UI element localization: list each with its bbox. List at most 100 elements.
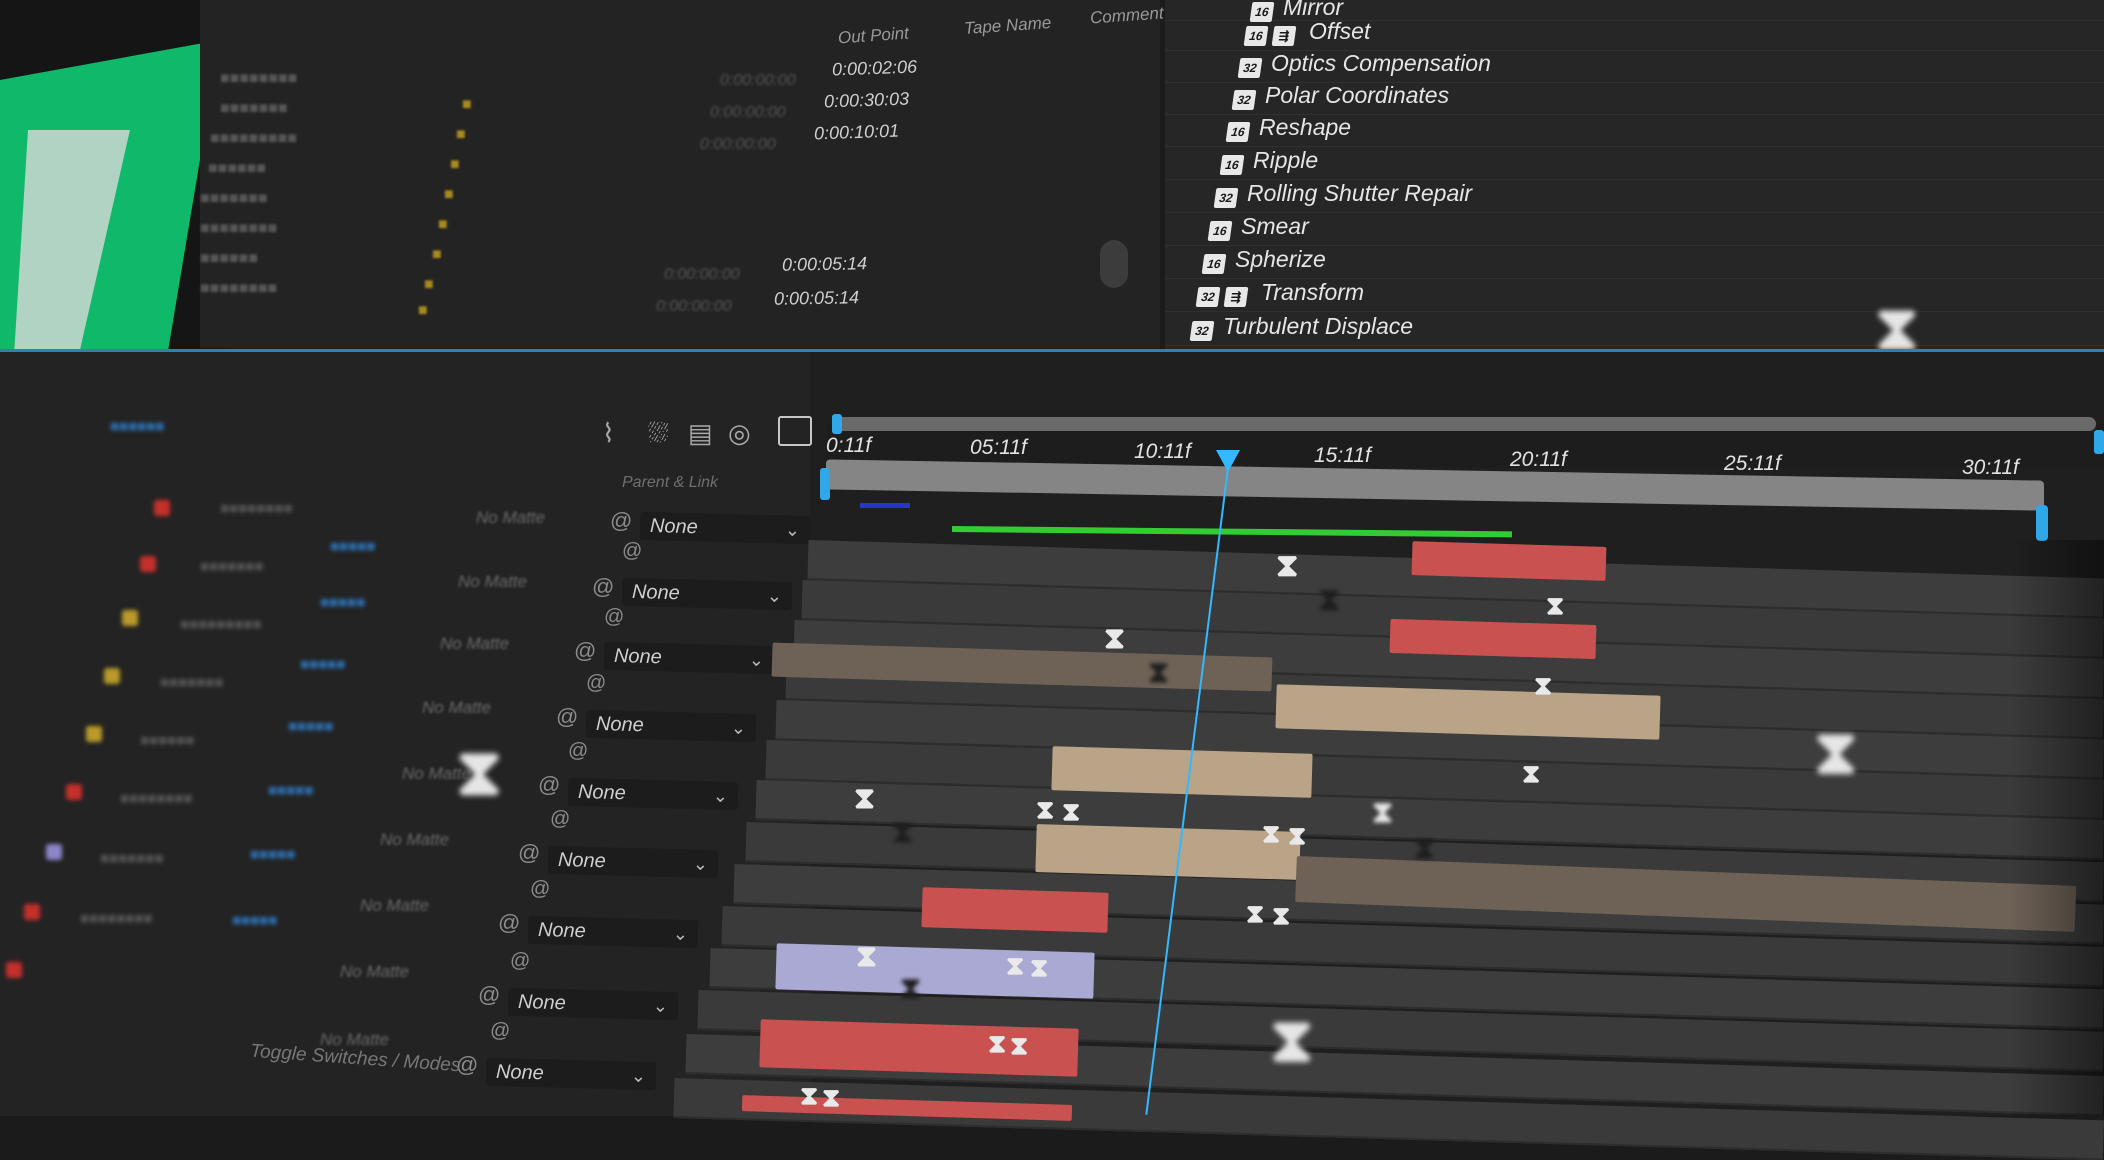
effect-item[interactable]: 16 Reshape — [1165, 114, 2104, 147]
label-color-icon[interactable]: ■ — [424, 276, 434, 294]
layer-mode[interactable]: ■■■■■ — [250, 846, 295, 863]
layer-mode[interactable]: ■■■■■ — [320, 594, 365, 611]
effect-item[interactable]: 32 ⇶ Transform — [1165, 279, 2104, 312]
spiral-pickwhip-icon[interactable]: @ — [538, 772, 560, 798]
hourglass-keyframe-icon[interactable]: ⧗ — [1318, 583, 1344, 615]
layer-mode[interactable]: ■■■■■ — [330, 538, 375, 555]
effect-item[interactable]: 32 Polar Coordinates — [1165, 82, 2104, 115]
parent-select[interactable]: None ⌄ — [547, 845, 719, 879]
spiral-pickwhip-icon[interactable]: @ — [498, 910, 520, 936]
layer-mode[interactable]: ■■■■■ — [288, 718, 333, 735]
parent-link-header[interactable]: Parent & Link — [622, 474, 718, 492]
hourglass-keyframe-icon[interactable]: ⧗ — [1010, 1032, 1036, 1058]
label-color-chip[interactable] — [122, 610, 138, 626]
parent-select[interactable]: None ⌄ — [621, 577, 793, 611]
work-area-end-handle[interactable] — [2094, 430, 2104, 454]
current-time-indicator[interactable] — [1216, 450, 1240, 472]
track-matte-select[interactable]: No Matte — [458, 572, 527, 592]
hourglass-keyframe-icon[interactable]: ⧗ — [1522, 760, 1548, 786]
effect-item[interactable]: 16 ⇶ Offset — [1165, 18, 2104, 51]
track-matte-select[interactable]: No Matte — [440, 634, 509, 654]
hourglass-keyframe-icon[interactable]: ⧗ — [1246, 900, 1272, 926]
label-color-chip[interactable] — [66, 784, 82, 800]
hourglass-keyframe-icon[interactable]: ⧗ — [1262, 820, 1288, 846]
comment-header[interactable]: Comment — [1089, 3, 1164, 28]
label-color-chip[interactable] — [46, 844, 62, 860]
layer-name[interactable]: ■■■■■■■■ — [120, 790, 192, 807]
project-item-name[interactable]: ■■■■■■■■ — [220, 70, 297, 88]
layer-name[interactable]: ■■■■■■■■ — [220, 500, 292, 517]
parent-select[interactable]: None ⌄ — [485, 1057, 657, 1091]
spiral-pickwhip-icon[interactable]: @ — [478, 982, 500, 1008]
effect-item[interactable]: 32 Turbulent Displace — [1165, 313, 2104, 346]
hourglass-keyframe-icon[interactable]: ⧗ — [1414, 834, 1440, 864]
spiral-pickwhip-icon[interactable]: @ — [556, 704, 578, 730]
spiral-pickwhip-icon[interactable]: @ — [604, 606, 624, 629]
label-color-icon[interactable]: ■ — [444, 186, 454, 204]
tape-name-header[interactable]: Tape Name — [963, 13, 1051, 39]
hourglass-keyframe-icon[interactable]: ⧗ — [822, 1084, 848, 1110]
motion-blur-icon[interactable]: ▤ — [688, 418, 713, 449]
parent-select[interactable]: None ⌄ — [507, 987, 679, 1021]
hourglass-keyframe-icon[interactable]: ⧗ — [1276, 549, 1302, 581]
track-matte-select[interactable]: No Matte — [380, 830, 449, 850]
layer-name[interactable]: ■■■■■■ — [140, 732, 194, 749]
time-navigator-end-handle[interactable] — [2036, 505, 2048, 541]
project-item-name[interactable]: ■■■■■■■■■ — [210, 130, 297, 148]
hourglass-keyframe-icon[interactable]: ⧗ — [1006, 952, 1032, 978]
hourglass-keyframe-icon[interactable]: ⧗ — [1288, 822, 1314, 848]
parent-select[interactable]: None ⌄ — [567, 777, 739, 811]
hourglass-keyframe-icon[interactable]: ⧗ — [900, 974, 926, 1004]
layer-name[interactable]: ■■■■■■■ — [160, 674, 223, 691]
parent-select[interactable]: None ⌄ — [585, 709, 757, 743]
effect-item[interactable]: 16 Smear — [1165, 213, 2104, 246]
hourglass-keyframe-icon[interactable]: ⧗ — [1534, 672, 1560, 698]
hourglass-keyframe-icon[interactable]: ⧗ — [1030, 954, 1056, 980]
label-color-chip[interactable] — [154, 500, 170, 516]
hourglass-keyframe-icon[interactable]: ⧗ — [1272, 902, 1298, 928]
hourglass-keyframe-icon[interactable]: ⧗ — [856, 942, 882, 972]
shy-layers-icon[interactable]: ⌇ — [602, 418, 615, 449]
spiral-pickwhip-icon[interactable]: @ — [568, 740, 588, 763]
project-item-name[interactable]: ■■■■■■ — [208, 160, 266, 178]
hourglass-keyframe-icon[interactable]: ⧗ — [1036, 796, 1062, 822]
hourglass-keyframe-icon[interactable]: ⧗ — [1062, 798, 1088, 824]
spiral-pickwhip-icon[interactable]: @ — [592, 574, 614, 600]
layer-duration-bar[interactable] — [1411, 541, 1607, 581]
effect-item[interactable]: 16 Ripple — [1165, 147, 2104, 180]
layer-name[interactable]: ■■■■■■■■ — [80, 910, 152, 927]
layer-duration-bar[interactable] — [1051, 746, 1313, 798]
layer-name[interactable]: ■■■■■■■ — [100, 850, 163, 867]
parent-select[interactable]: None ⌄ — [527, 915, 699, 949]
label-color-chip[interactable] — [140, 556, 156, 572]
project-item-name[interactable]: ■■■■■■■■ — [200, 280, 277, 298]
layer-name[interactable]: ■■■■■■■ — [200, 558, 263, 575]
parent-select[interactable]: None ⌄ — [639, 511, 811, 545]
effect-item[interactable]: 32 Optics Compensation — [1165, 50, 2104, 83]
hourglass-keyframe-icon[interactable]: ⧗ — [1104, 624, 1130, 654]
layer-mode[interactable]: ■■■■■ — [300, 656, 345, 673]
effect-item[interactable]: 16 Spherize — [1165, 246, 2104, 279]
layer-name[interactable]: ■■■■■■■■■ — [180, 616, 262, 633]
spiral-pickwhip-icon[interactable]: @ — [510, 950, 530, 973]
layer-mode[interactable]: ■■■■■ — [268, 782, 313, 799]
label-color-icon[interactable]: ■ — [450, 156, 460, 174]
label-color-icon[interactable]: ■ — [432, 246, 442, 264]
layer-duration-bar[interactable] — [921, 887, 1109, 933]
track-matte-select[interactable]: No Matte — [340, 962, 409, 982]
spiral-pickwhip-icon[interactable]: @ — [518, 840, 540, 866]
hourglass-keyframe-icon[interactable]: ⧗ — [1546, 592, 1572, 618]
label-color-chip[interactable] — [104, 668, 120, 684]
spiral-pickwhip-icon[interactable]: @ — [610, 508, 632, 534]
work-area-bar[interactable] — [836, 417, 2096, 431]
hourglass-keyframe-icon[interactable]: ⧗ — [892, 818, 918, 848]
track-matte-select[interactable]: No Matte — [476, 508, 545, 528]
label-color-icon[interactable]: ■ — [462, 96, 472, 114]
label-color-icon[interactable]: ■ — [418, 302, 428, 320]
project-item-name[interactable]: ■■■■■■■■ — [200, 220, 277, 238]
project-item-name[interactable]: ■■■■■■ — [200, 250, 258, 268]
hourglass-keyframe-icon[interactable]: ⧗ — [1372, 798, 1398, 828]
work-area-start-handle[interactable] — [832, 414, 842, 434]
out-point-header[interactable]: Out Point — [837, 24, 909, 49]
project-item-name[interactable]: ■■■■■■■ — [200, 190, 268, 208]
